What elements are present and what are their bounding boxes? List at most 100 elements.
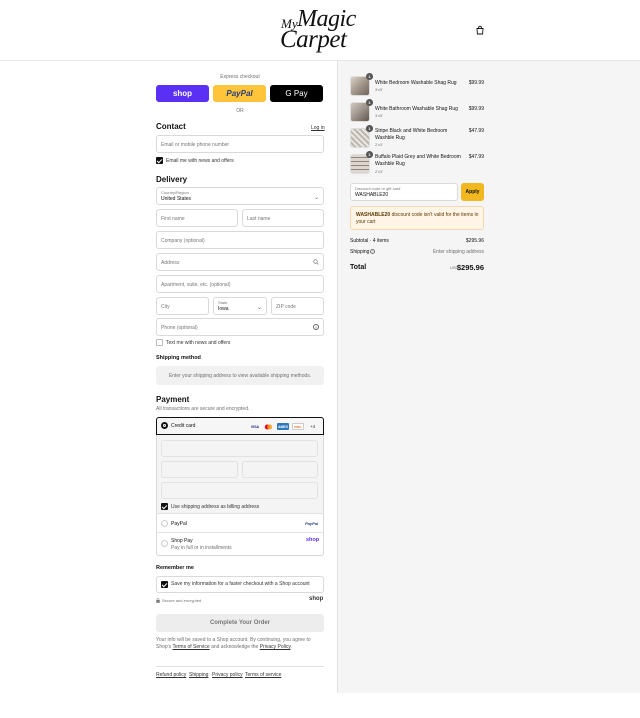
quantity-badge: 1 <box>366 125 373 132</box>
item-price: $99.99 <box>468 106 484 112</box>
company-placeholder: Company (optional) <box>161 238 205 244</box>
help-icon[interactable]: ? <box>313 324 319 330</box>
shipping-method-box: Enter your shipping address to view avai… <box>156 366 324 385</box>
store-logo[interactable]: My Magic Carpet <box>276 6 366 54</box>
shipping-summary-value: Enter shipping address <box>432 249 484 255</box>
shop-pay-label: shop <box>172 89 193 98</box>
first-name-placeholder: First name <box>161 216 185 222</box>
credit-card-radio[interactable] <box>161 422 168 429</box>
company-field[interactable]: Company (optional) <box>156 231 324 249</box>
total-value: $295.96 <box>456 263 484 272</box>
state-select[interactable]: State Iowa ⌄ <box>213 297 267 315</box>
paypal-label: PayPal <box>226 89 253 98</box>
privacy-policy-link[interactable]: Privacy Policy <box>260 644 291 650</box>
shop-pay-radio[interactable] <box>161 540 168 547</box>
card-number-field[interactable] <box>161 440 318 457</box>
city-placeholder: City <box>161 304 170 310</box>
discount-value: WASHABLE20 <box>355 192 389 198</box>
shop-logo: shop <box>309 596 324 602</box>
save-info-checkbox[interactable] <box>161 581 168 588</box>
payment-subtitle: All transactions are secure and encrypte… <box>156 406 250 412</box>
billing-same-checkbox[interactable] <box>161 503 168 510</box>
item-variant: 2'x3' <box>375 142 383 147</box>
item-variant: 3'x5' <box>375 113 383 118</box>
paypal-button[interactable]: PayPal <box>213 85 266 102</box>
billing-same-label: Use shipping address as billing address <box>171 504 260 510</box>
terms-of-service-link[interactable]: Terms of Service <box>172 644 209 650</box>
complete-order-button[interactable]: Complete Your Order <box>156 614 324 632</box>
visa-icon: VISA <box>250 424 260 429</box>
amex-icon: AMEX <box>277 423 289 430</box>
paypal-logo: PayPal <box>305 521 319 526</box>
chevron-down-icon: ⌄ <box>313 195 319 201</box>
refund-policy-link[interactable]: Refund policy <box>156 672 186 678</box>
or-divider: OR <box>236 108 244 114</box>
country-select[interactable]: Country/Region United States ⌄ <box>156 187 324 205</box>
apply-button[interactable]: Apply <box>461 183 484 201</box>
text-news-label: Text me with news and offers <box>166 340 231 346</box>
total-label: Total <box>350 264 367 271</box>
address-field[interactable]: Address <box>156 253 324 271</box>
subtotal-label: Subtotal · 4 items <box>350 238 389 244</box>
chevron-down-icon: ⌄ <box>256 305 262 311</box>
apartment-field[interactable]: Apartment, suite, etc. (optional) <box>156 275 324 293</box>
discount-error-banner: WASHABLE20 discount code isn't valid for… <box>350 206 484 230</box>
item-name: White Bathroom Washable Shag Rug <box>375 106 458 112</box>
last-name-field[interactable]: Last name <box>242 209 324 227</box>
item-variant: 3'x5' <box>375 87 383 92</box>
email-placeholder: Email or mobile phone number <box>161 142 230 148</box>
security-code-field[interactable] <box>242 461 318 478</box>
mastercard-icon <box>264 423 273 430</box>
help-icon[interactable]: ? <box>370 249 375 254</box>
country-label: Country/Region <box>161 190 189 195</box>
shop-pay-logo: shop <box>306 537 320 543</box>
paypal-radio[interactable] <box>161 520 168 527</box>
state-label: State <box>218 300 228 305</box>
shipping-method-heading: Shipping method <box>156 355 201 361</box>
remember-heading: Remember me <box>156 565 194 571</box>
delivery-heading: Delivery <box>156 175 188 184</box>
name-on-card-field[interactable] <box>161 482 318 499</box>
zip-field[interactable]: ZIP code <box>271 297 324 315</box>
login-link[interactable]: Log in <box>311 125 325 131</box>
credit-card-label: Credit card <box>171 423 196 429</box>
expiration-field[interactable] <box>161 461 238 478</box>
item-name: White Bedroom Washable Shag Rug <box>375 80 457 86</box>
city-field[interactable]: City <box>156 297 209 315</box>
email-news-checkbox[interactable] <box>156 157 163 164</box>
complete-order-label: Complete Your Order <box>209 620 271 626</box>
item-variant: 2'x3' <box>375 169 383 174</box>
item-price: $99.99 <box>468 80 484 86</box>
terms-of-service-footer-link[interactable]: Terms of service <box>245 672 281 678</box>
shopping-bag-icon[interactable] <box>475 25 485 35</box>
zip-placeholder: ZIP code <box>276 304 296 310</box>
privacy-policy-footer-link[interactable]: Privacy policy <box>212 672 243 678</box>
discount-error-code: WASHABLE20 <box>356 212 391 218</box>
shop-pay-option-label: Shop Pay <box>171 538 193 544</box>
quantity-badge: 1 <box>366 73 373 80</box>
shop-disclaimer: Your info will be saved to a Shop accoun… <box>156 637 326 651</box>
paypal-option-label: PayPal <box>171 521 187 527</box>
disclaimer-end: . <box>290 644 292 650</box>
phone-field[interactable]: Phone (optional) ? <box>156 318 324 336</box>
more-cards-badge: +4 <box>310 424 316 429</box>
disclaimer-mid: and acknowledge the <box>209 644 260 650</box>
country-value: United States <box>161 196 192 202</box>
secure-label: Secure and encrypted <box>162 598 202 603</box>
google-pay-button[interactable]: G Pay <box>270 85 323 102</box>
logo-carpet: Carpet <box>280 26 347 53</box>
shipping-link[interactable]: Shipping <box>189 672 208 678</box>
shop-pay-button[interactable]: shop <box>156 85 209 102</box>
subtotal-value: $295.96 <box>465 238 484 244</box>
email-field[interactable]: Email or mobile phone number <box>156 135 324 153</box>
shipping-notice: Enter your shipping address to view avai… <box>168 373 312 379</box>
first-name-field[interactable]: First name <box>156 209 238 227</box>
apply-label: Apply <box>465 189 480 195</box>
discount-code-field[interactable]: Discount code or gift card WASHABLE20 <box>350 183 458 201</box>
text-news-checkbox[interactable] <box>156 339 163 346</box>
divider <box>156 532 324 533</box>
save-info-label: Save my information for a faster checkou… <box>171 581 310 587</box>
quantity-badge: 1 <box>366 99 373 106</box>
state-value: Iowa <box>218 306 229 312</box>
discount-error-text: WASHABLE20 discount code isn't valid for… <box>356 212 480 226</box>
